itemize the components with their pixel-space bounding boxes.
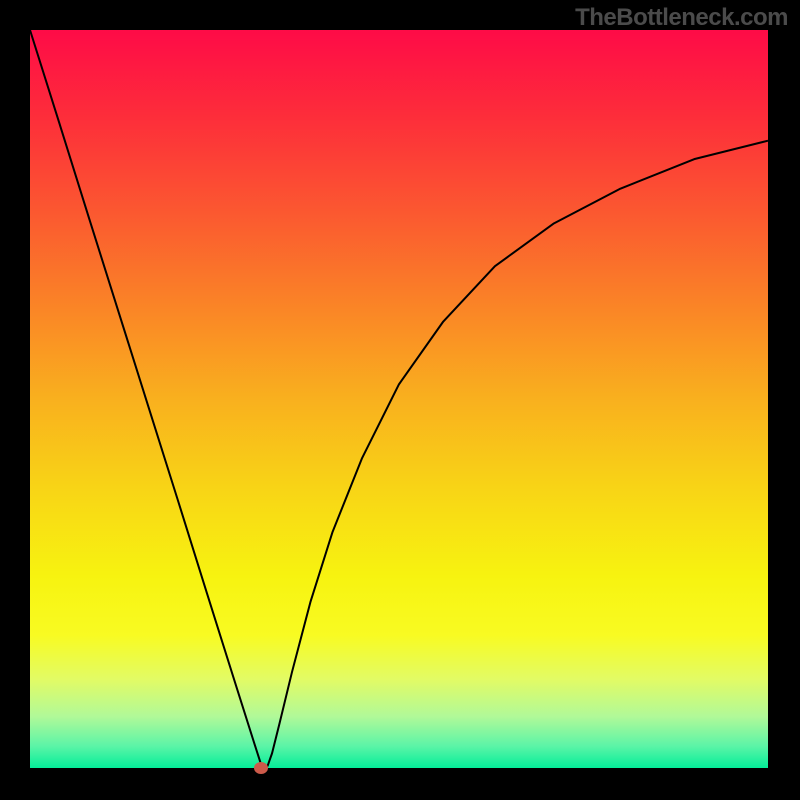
marker-current-point xyxy=(254,762,268,774)
watermark-label: TheBottleneck.com xyxy=(575,4,788,32)
bottleneck-chart: TheBottleneck.com xyxy=(0,0,800,800)
chart-background xyxy=(30,30,768,768)
chart-svg xyxy=(0,0,800,800)
